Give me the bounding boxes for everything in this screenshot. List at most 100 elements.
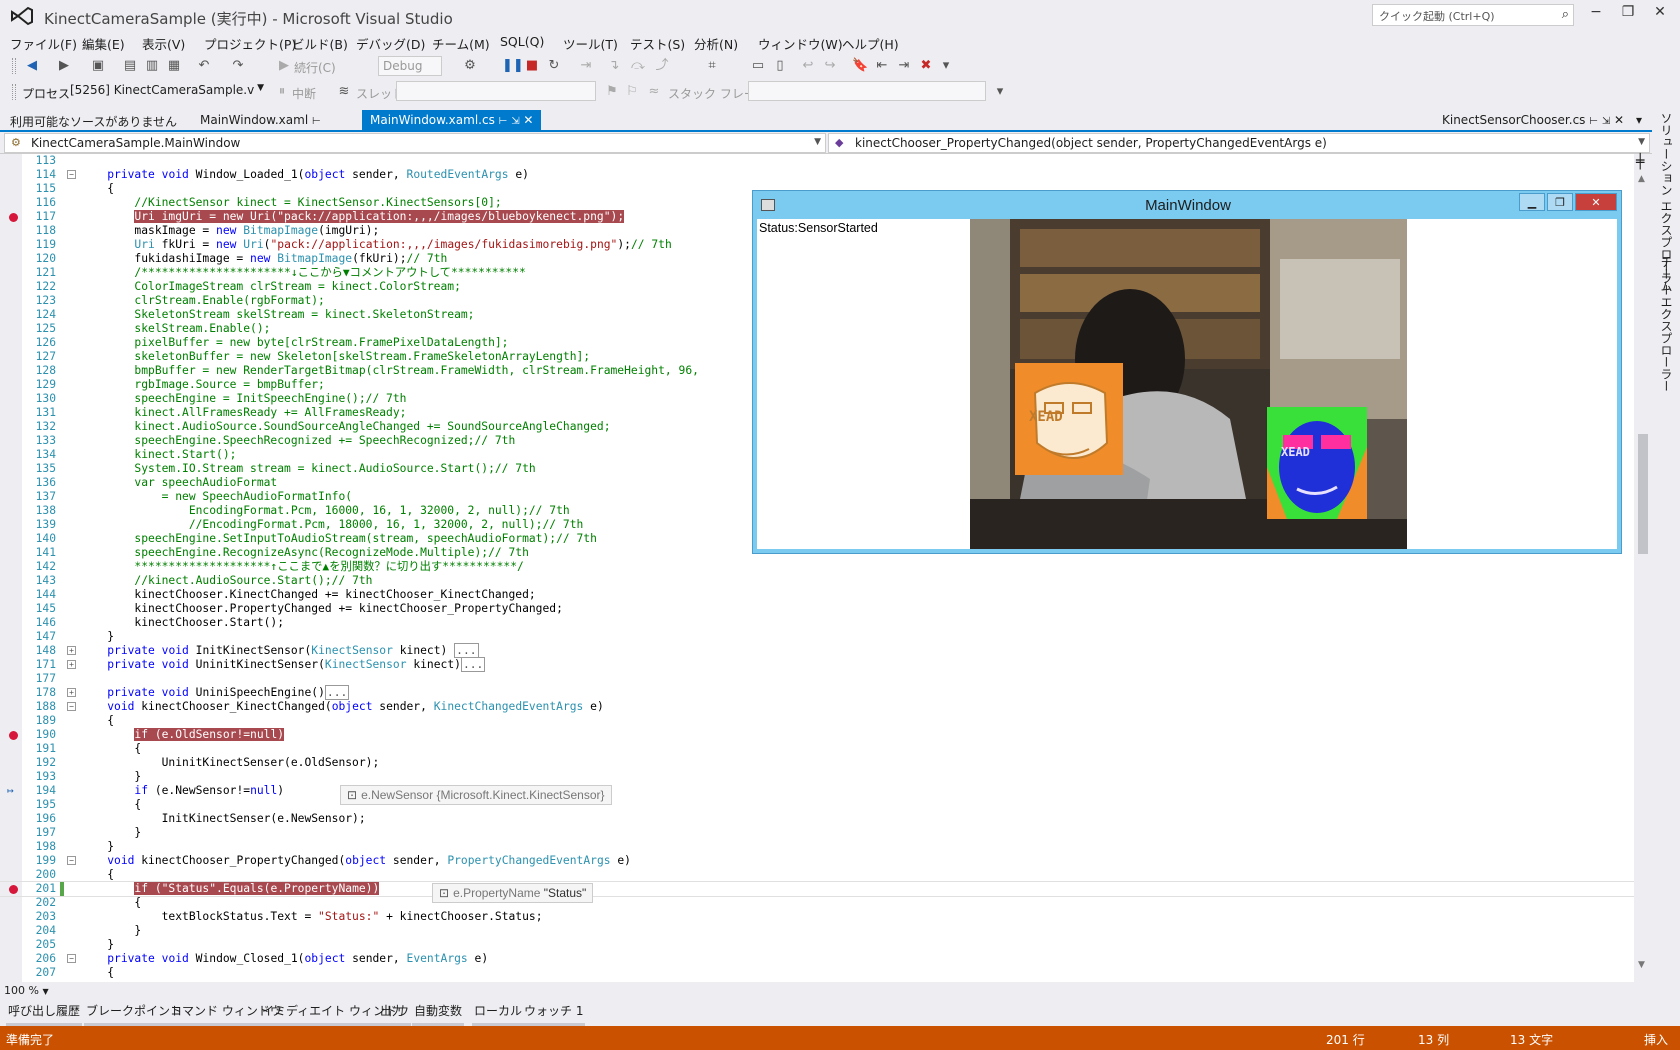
- menu-build[interactable]: ビルド(B): [292, 34, 348, 53]
- step-out-icon[interactable]: ⤴: [654, 58, 670, 74]
- menu-project[interactable]: プロジェクト(P): [204, 34, 296, 53]
- tab-watch-1[interactable]: ウォッチ 1: [522, 1002, 586, 1027]
- code-line[interactable]: 207 {: [0, 966, 1634, 980]
- code-text[interactable]: Uri fkUri = new Uri("pack://application:…: [80, 238, 671, 252]
- thread-icon[interactable]: ≋: [336, 84, 352, 100]
- code-line[interactable]: 113: [0, 154, 1634, 168]
- close-button[interactable]: ✕: [1648, 4, 1672, 24]
- vertical-scrollbar[interactable]: ╪ ▲ ▼: [1634, 154, 1652, 972]
- continue-button[interactable]: 続行(C): [294, 59, 336, 76]
- code-line[interactable]: 142 ********************↑ここまで▲を別関数？に切り出す…: [0, 560, 1634, 574]
- menu-tools[interactable]: ツール(T): [563, 34, 618, 53]
- code-text[interactable]: private void Window_Closed_1(object send…: [80, 952, 488, 966]
- code-text[interactable]: if (e.OldSensor!=null): [80, 728, 285, 742]
- pin-icon[interactable]: ⊢: [499, 116, 508, 127]
- code-text[interactable]: //KinectSensor kinect = KinectSensor.Kin…: [80, 196, 501, 210]
- scrollbar-thumb[interactable]: [1638, 434, 1648, 554]
- menu-view[interactable]: 表示(V): [142, 34, 185, 53]
- code-text[interactable]: InitKinectSenser(e.NewSensor);: [80, 812, 366, 826]
- breakpoint-icon[interactable]: [9, 213, 18, 222]
- code-text[interactable]: void kinectChooser_KinectChanged(object …: [80, 700, 604, 714]
- tab-autos[interactable]: 自動変数: [412, 1002, 465, 1027]
- code-text[interactable]: {: [80, 896, 141, 910]
- quick-launch-input[interactable]: クイック起動 (Ctrl+Q) ⌕: [1372, 4, 1574, 26]
- code-text[interactable]: }: [80, 840, 114, 854]
- code-text[interactable]: }: [80, 630, 114, 644]
- new-project-icon[interactable]: ▣: [90, 58, 106, 74]
- code-line[interactable]: 189 {: [0, 714, 1634, 728]
- menu-debug[interactable]: デバッグ(D): [356, 34, 425, 53]
- breakpoint-icon[interactable]: [9, 885, 18, 894]
- collapse-icon[interactable]: −: [67, 702, 76, 711]
- code-text[interactable]: rgbImage.Source = bmpBuffer;: [80, 378, 324, 392]
- code-line[interactable]: ↦ 194 if (e.NewSensor!=null): [0, 784, 1634, 798]
- code-text[interactable]: kinectChooser.KinectChanged += kinectCho…: [80, 588, 535, 602]
- redo-icon[interactable]: ↷: [230, 58, 246, 74]
- code-text[interactable]: }: [80, 770, 141, 784]
- datatip-propertyname[interactable]: ⊡ e.PropertyName "Status": [432, 883, 594, 903]
- code-line[interactable]: 178 + private void UniniSpeechEngine()...: [0, 685, 1634, 700]
- modules-icon[interactable]: ▯: [772, 58, 788, 74]
- menu-window[interactable]: ウィンドウ(W): [758, 34, 843, 53]
- toolbar-options-icon[interactable]: ▾: [938, 58, 954, 74]
- code-text[interactable]: ColorImageStream clrStream = kinect.Colo…: [80, 280, 460, 294]
- code-line[interactable]: 148 + private void InitKinectSensor(Kinec…: [0, 643, 1634, 658]
- code-text[interactable]: //EncodingFormat.Pcm, 18000, 16, 1, 3200…: [80, 518, 583, 532]
- prev-bookmark-icon[interactable]: ⇤: [874, 58, 890, 74]
- toolbar-options-icon[interactable]: ▾: [992, 84, 1008, 100]
- code-text[interactable]: {: [80, 742, 141, 756]
- code-line[interactable]: 206 − private void Window_Closed_1(object…: [0, 952, 1634, 966]
- tab-no-source[interactable]: 利用可能なソースがありません: [2, 110, 185, 130]
- code-text[interactable]: pixelBuffer = new byte[clrStream.FramePi…: [80, 336, 508, 350]
- step-over-icon[interactable]: ⤼: [630, 58, 646, 74]
- flag-threads-icon[interactable]: ⚐: [624, 84, 640, 100]
- code-line[interactable]: 203 textBlockStatus.Text = "Status:" + k…: [0, 910, 1634, 924]
- restart-icon[interactable]: ↻: [546, 58, 562, 74]
- stackframe-select[interactable]: [748, 81, 986, 101]
- code-text[interactable]: {: [80, 714, 114, 728]
- code-text[interactable]: bmpBuffer = new RenderTargetBitmap(clrSt…: [80, 364, 699, 378]
- code-text[interactable]: speechEngine.SetInputToAudioStream(strea…: [80, 532, 597, 546]
- expand-icon[interactable]: +: [67, 660, 76, 669]
- code-text[interactable]: SkeletonStream skelStream = kinect.Skele…: [80, 308, 474, 322]
- tab-kinectsensorchooser[interactable]: KinectSensorChooser.cs ⊢ ⇲ ✕: [1434, 110, 1632, 130]
- code-text[interactable]: if (e.NewSensor!=null): [80, 784, 284, 798]
- code-line[interactable]: 147 }: [0, 630, 1634, 644]
- team-explorer-tab[interactable]: チーム エクスプローラー: [1658, 256, 1675, 392]
- save-icon[interactable]: ▥: [144, 58, 160, 74]
- code-line[interactable]: 197 }: [0, 826, 1634, 840]
- collapse-icon[interactable]: −: [67, 954, 76, 963]
- code-text[interactable]: //kinect.AudioSource.Start();// 7th: [80, 574, 372, 588]
- code-line[interactable]: 190 if (e.OldSensor!=null): [0, 728, 1634, 742]
- bookmark-marker-icon[interactable]: ↦: [7, 784, 14, 798]
- code-text[interactable]: skeletonBuffer = new Skeleton[skelStream…: [80, 350, 590, 364]
- stack-frame-icon[interactable]: ≈: [646, 84, 662, 100]
- code-text[interactable]: fukidashiImage = new BitmapImage(fkUri);…: [80, 252, 447, 266]
- code-text[interactable]: speechEngine.SpeechRecognized += SpeechR…: [80, 434, 515, 448]
- pin-icon[interactable]: ⊡: [439, 886, 449, 900]
- expand-icon[interactable]: +: [67, 688, 76, 697]
- app-minimize-button[interactable]: ▁: [1519, 193, 1545, 211]
- threads-icon[interactable]: ▭: [750, 58, 766, 74]
- class-select[interactable]: ⚙ KinectCameraSample.MainWindow ▼: [4, 133, 826, 153]
- toolbar-grip[interactable]: [12, 58, 16, 74]
- code-line[interactable]: 188 − void kinectChooser_KinectChanged(ob…: [0, 700, 1634, 714]
- code-text[interactable]: skelStream.Enable();: [80, 322, 270, 336]
- pin-icon[interactable]: ⊢: [312, 116, 321, 127]
- code-text[interactable]: void kinectChooser_PropertyChanged(objec…: [80, 854, 631, 868]
- attach-icon[interactable]: ⚙: [462, 58, 478, 74]
- code-text[interactable]: private void InitKinectSensor(KinectSens…: [80, 643, 479, 658]
- back-icon[interactable]: ◀: [24, 58, 40, 74]
- tab-mainwindow-xaml[interactable]: MainWindow.xaml ⊢: [192, 110, 329, 130]
- scroll-up-icon[interactable]: ▲: [1638, 174, 1645, 184]
- comment-icon[interactable]: ↩: [800, 58, 816, 74]
- code-line[interactable]: 205 }: [0, 938, 1634, 952]
- collapse-icon[interactable]: −: [67, 170, 76, 179]
- tab-mainwindow-xaml-cs[interactable]: MainWindow.xaml.cs ⊢ ⇲ ✕: [362, 110, 542, 130]
- tab-overflow-icon[interactable]: ▾: [1628, 110, 1650, 130]
- code-line[interactable]: 200 {: [0, 868, 1634, 882]
- toolbar-grip[interactable]: [12, 84, 16, 100]
- tab-output[interactable]: 出力: [378, 1002, 407, 1027]
- suspend-icon[interactable]: ⏸: [274, 84, 290, 100]
- code-text[interactable]: kinectChooser.PropertyChanged += kinectC…: [80, 602, 563, 616]
